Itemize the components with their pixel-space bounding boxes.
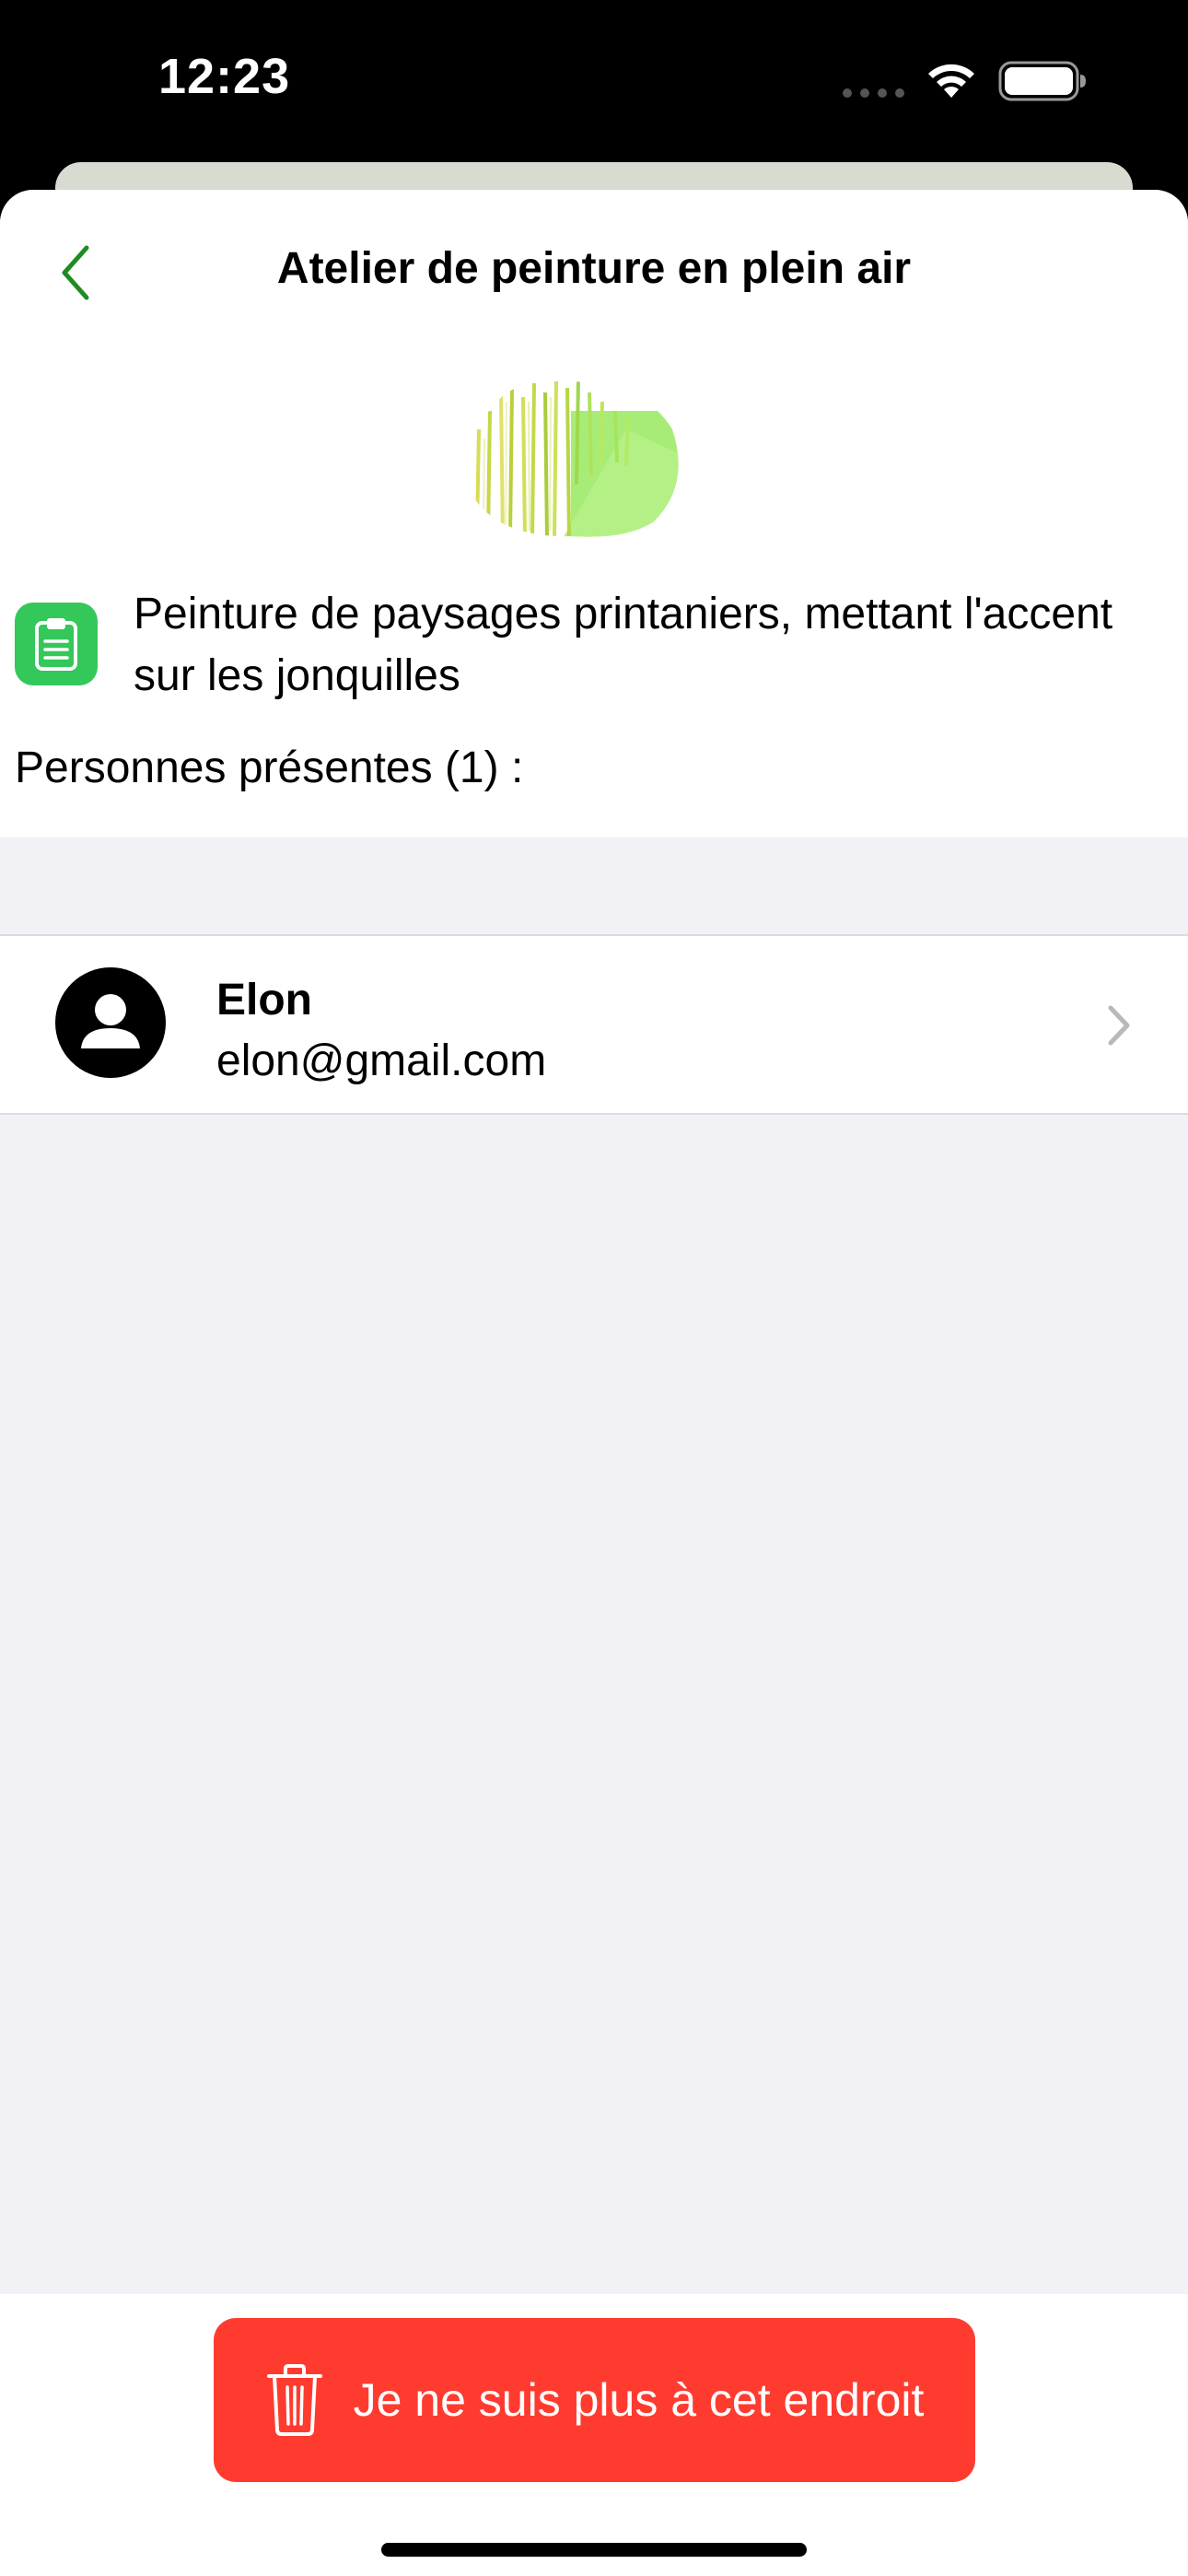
battery-icon	[998, 61, 1086, 101]
cellular-signal-icon	[843, 88, 904, 98]
home-indicator[interactable]	[381, 2543, 807, 2557]
status-bar: 12:23	[0, 0, 1188, 166]
attendees-label: Personnes présentes (1) :	[15, 744, 524, 792]
attendee-email: elon@gmail.com	[216, 1036, 547, 1085]
daffodil-painting-image	[469, 381, 679, 537]
person-circle-icon	[55, 967, 166, 1078]
event-header-section: Atelier de peinture en plein air Peintur…	[0, 190, 1188, 837]
chevron-right-icon	[1108, 1005, 1130, 1046]
page-title: Atelier de peinture en plein air	[276, 244, 912, 293]
chevron-left-icon	[62, 245, 89, 300]
leave-location-button[interactable]: Je ne suis plus à cet endroit	[214, 2318, 975, 2482]
event-detail-sheet: Atelier de peinture en plein air Peintur…	[0, 190, 1188, 2576]
clipboard-glyph-icon	[35, 618, 77, 671]
bottom-action-bar: Je ne suis plus à cet endroit	[0, 2294, 1188, 2576]
attendee-row[interactable]: Elon elon@gmail.com	[0, 934, 1188, 1115]
status-time: 12:23	[158, 49, 291, 104]
clipboard-icon	[15, 603, 98, 685]
back-button[interactable]	[48, 236, 103, 310]
attendee-name: Elon	[216, 976, 312, 1025]
trash-icon	[266, 2364, 322, 2436]
wifi-icon	[928, 64, 974, 98]
leave-location-label: Je ne suis plus à cet endroit	[353, 2374, 925, 2426]
event-description: Peinture de paysages printaniers, mettan…	[134, 590, 1113, 700]
